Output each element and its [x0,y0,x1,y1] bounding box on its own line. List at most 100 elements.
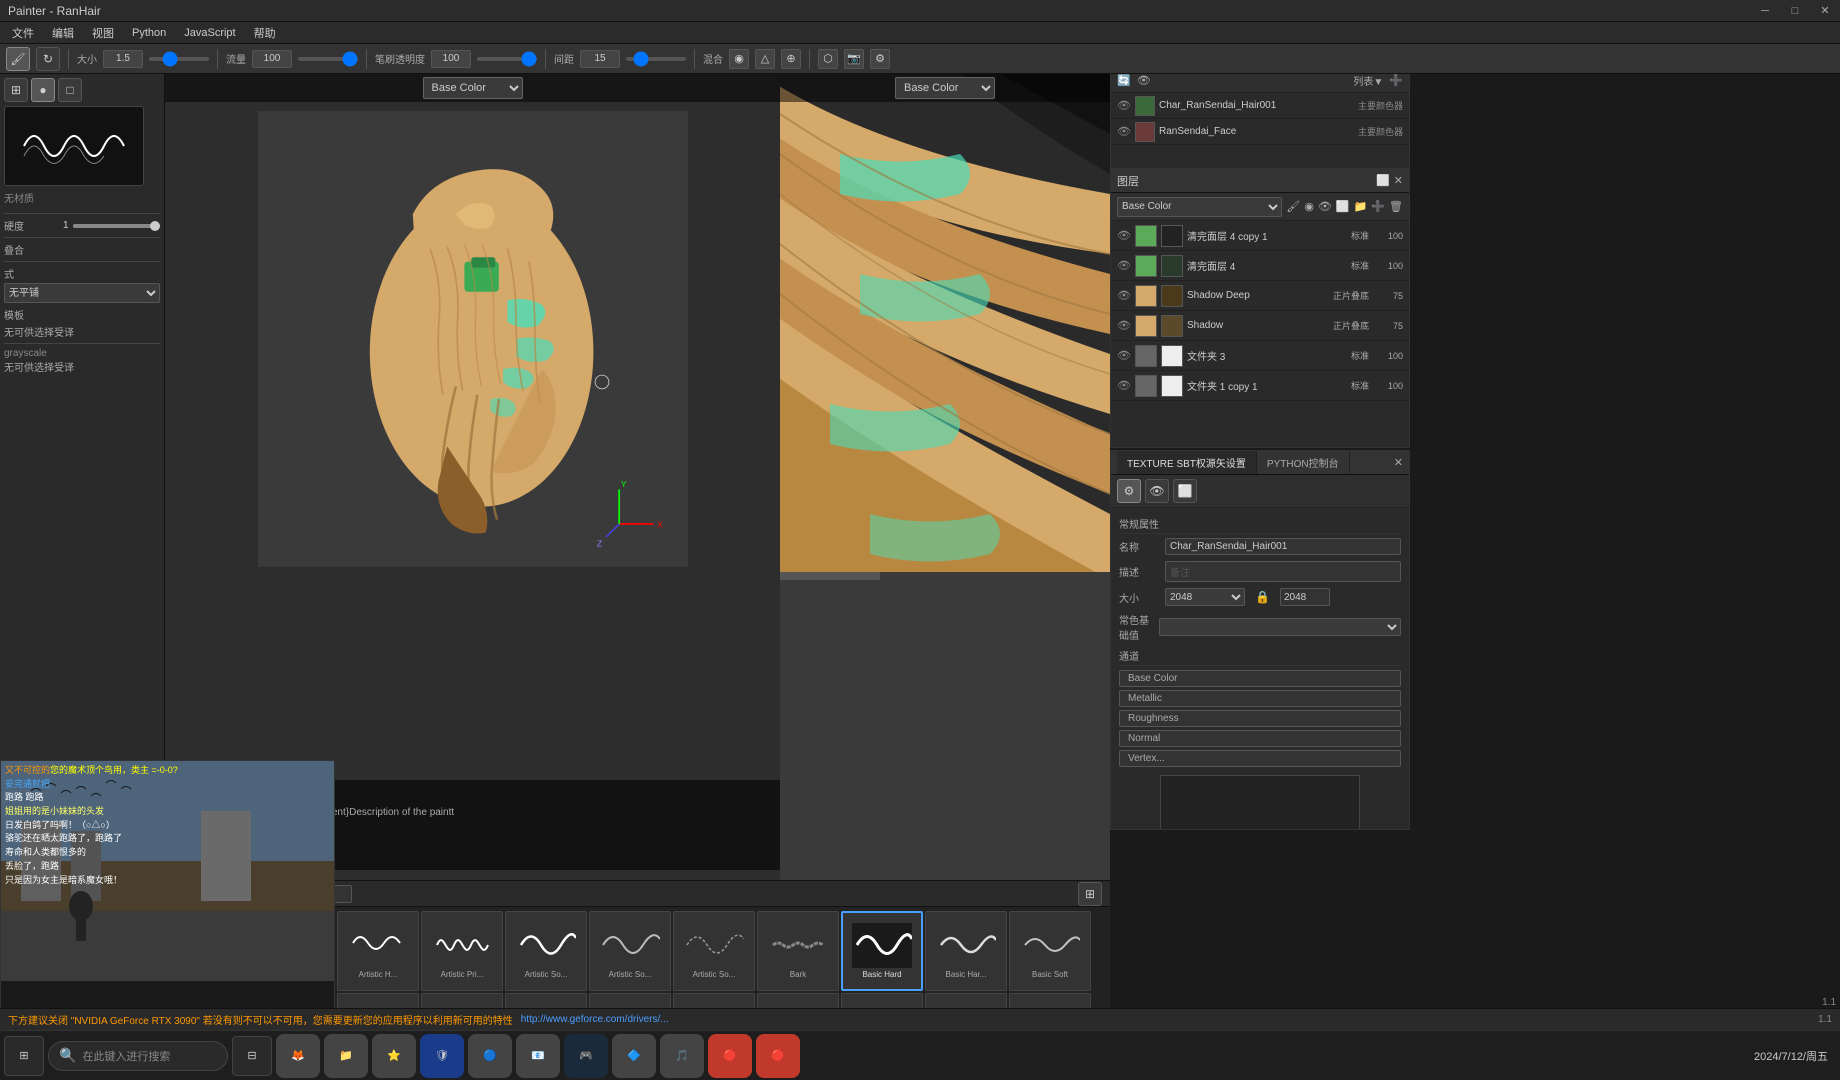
brush-artistic-pri[interactable]: Artistic Pri... [421,911,503,991]
channel-metallic[interactable]: Metallic [1119,690,1401,707]
brush-bark[interactable]: Bark [757,911,839,991]
ts-size-input[interactable] [1280,588,1330,606]
size-input[interactable] [103,50,143,68]
channel-base-color[interactable]: Base Color [1119,670,1401,687]
layer-eye-icon[interactable]: 👁 [1318,200,1332,213]
layer-folder-icon[interactable]: 📁 [1354,200,1368,213]
layer-mask-icon[interactable]: ⬜ [1336,200,1350,213]
status-link[interactable]: http://www.geforce.com/drivers/... [521,1014,669,1025]
brush-tool-icon[interactable]: 🖌 [6,47,30,71]
maximize-button[interactable]: □ [1780,0,1810,22]
tab-texture-settings[interactable]: TEXTURE SBT权源矢设置 [1117,451,1257,474]
tab-python[interactable]: PYTHON控制台 [1257,451,1350,474]
canvas-right-dropdown[interactable]: Base Color [895,77,995,99]
hardness-thumb[interactable] [150,221,160,231]
channel-normal[interactable]: Normal [1119,730,1401,747]
ts-icon-square[interactable]: ⬜ [1173,479,1197,503]
eye-item-2[interactable]: 👁 [1117,125,1131,139]
close-button[interactable]: ✕ [1810,0,1840,22]
size-slider[interactable] [149,57,209,61]
taskbar-steam[interactable]: 🎮 [564,1034,608,1078]
layer-delete-icon[interactable]: 🗑 [1389,200,1403,213]
layer-brush-icon[interactable]: 🖌 [1286,200,1300,213]
opacity-slider[interactable] [477,57,537,61]
ts-color-select[interactable] [1159,618,1401,636]
ts-size-select[interactable]: 204810244096 [1165,588,1245,606]
settings-close-icon[interactable]: ✕ [1394,456,1403,469]
channel-roughness[interactable]: Roughness [1119,710,1401,727]
brush-artistic-so1[interactable]: Artistic So... [505,911,587,991]
color-picker-icon[interactable]: ◉ [729,49,749,69]
rotate-icon[interactable]: ↻ [36,47,60,71]
brush-basic-hard[interactable]: Basic Hard [841,911,923,991]
tool-icon-cam[interactable]: 📷 [844,49,864,69]
layer-eye-2[interactable]: 👁 [1117,289,1131,302]
brush-basic-har2[interactable]: Basic Har... [925,911,1007,991]
menu-help[interactable]: 帮助 [246,23,284,43]
taskbar-app-11[interactable]: 🔴 [756,1034,800,1078]
ts-icon-eye[interactable]: 👁 [1145,479,1169,503]
brush-basic-soft[interactable]: Basic Soft [1009,911,1091,991]
refresh-icon[interactable]: 🔄 [1117,74,1131,87]
layer-add-icon[interactable]: ➕ [1371,200,1385,213]
add-texture-icon[interactable]: ➕ [1389,74,1403,87]
brush-artistic-so2[interactable]: Artistic So... [589,911,671,991]
taskbar-shield[interactable]: 🛡 [420,1034,464,1078]
mode-select[interactable]: 无平铺 平铺 [4,283,160,303]
spacing-slider[interactable] [626,57,686,61]
menu-view[interactable]: 视图 [84,23,122,43]
minimize-button[interactable]: ─ [1750,0,1780,22]
taskbar-explorer[interactable]: 📁 [324,1034,368,1078]
layer-eye-1[interactable]: 👁 [1117,259,1131,272]
ts-icon-settings[interactable]: ⚙ [1117,479,1141,503]
taskview-button[interactable]: ⊟ [232,1036,272,1076]
tool-square-icon[interactable]: □ [58,78,82,102]
eye-item-1[interactable]: 👁 [1117,99,1131,113]
layer-eye-3[interactable]: 👁 [1117,319,1131,332]
taskbar-music[interactable]: 🎵 [660,1034,704,1078]
layer-eye-0[interactable]: 👁 [1117,229,1131,242]
tool-brush-icon[interactable]: ● [31,78,55,102]
layer-eye-4[interactable]: 👁 [1117,349,1131,362]
spacing-input[interactable] [580,50,620,68]
brush-artistic-so3[interactable]: Artistic So... [673,911,755,991]
texture-item-1[interactable]: 👁 Char_RanSendai_Hair001 主要颜色器 [1111,93,1409,119]
tool-icon-3d[interactable]: ⬡ [818,49,838,69]
layer-expand-icon[interactable]: ⬜ [1376,174,1390,187]
canvas-right[interactable] [780,74,1110,880]
layer-item-3[interactable]: 👁 Shadow 正片叠底 75 [1111,311,1409,341]
menu-python[interactable]: Python [124,25,174,41]
sample-icon[interactable]: △ [755,49,775,69]
texture-item-2[interactable]: 👁 RanSendai_Face 主要颜色器 [1111,119,1409,145]
taskbar-app-3[interactable]: ⭐ [372,1034,416,1078]
canvas-left-dropdown[interactable]: Base Color [423,77,523,99]
layer-close-icon[interactable]: ✕ [1394,174,1403,187]
layer-eye-5[interactable]: 👁 [1117,379,1131,392]
menu-file[interactable]: 文件 [4,23,42,43]
layer-item-0[interactable]: 👁 清完面层 4 copy 1 标准 100 [1111,221,1409,251]
blend-mode-select[interactable]: Base Color [1117,197,1282,217]
tool-icon-cfg[interactable]: ⚙ [870,49,890,69]
layer-item-2[interactable]: 👁 Shadow Deep 正片叠底 75 [1111,281,1409,311]
pick-icon[interactable]: ⊕ [781,49,801,69]
menu-javascript[interactable]: JavaScript [176,25,243,41]
start-button[interactable]: ⊞ [4,1036,44,1076]
taskbar-chrome[interactable]: 🔵 [468,1034,512,1078]
flow-input[interactable] [252,50,292,68]
brush-grid-icon[interactable]: ⊞ [1078,882,1102,906]
taskbar-search[interactable]: 🔍 在此键入进行搜索 [48,1041,228,1071]
menu-edit[interactable]: 编辑 [44,23,82,43]
channel-vertex[interactable]: Vertex... [1119,750,1401,767]
layer-item-5[interactable]: 👁 文件夹 1 copy 1 标准 100 [1111,371,1409,401]
opacity-input[interactable] [431,50,471,68]
taskbar-mail[interactable]: 📧 [516,1034,560,1078]
brush-artistic-h2[interactable]: Artistic H... [337,911,419,991]
layer-pick-icon[interactable]: ◉ [1304,200,1314,213]
eye2-icon[interactable]: 👁 [1137,74,1151,87]
lock-icon[interactable]: 🔒 [1255,590,1270,604]
layer-item-4[interactable]: 👁 文件夹 3 标准 100 [1111,341,1409,371]
tool-layers-icon[interactable]: ⊞ [4,78,28,102]
layer-item-1[interactable]: 👁 清完面层 4 标准 100 [1111,251,1409,281]
taskbar-app-10[interactable]: 🔴 [708,1034,752,1078]
flow-slider[interactable] [298,57,358,61]
